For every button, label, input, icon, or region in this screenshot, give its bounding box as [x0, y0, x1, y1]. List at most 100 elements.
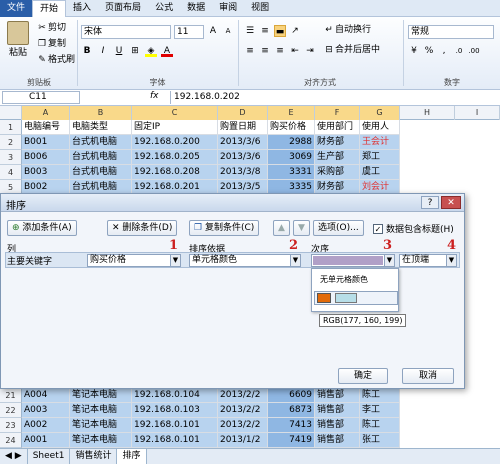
order-color-select[interactable]: ▼	[311, 254, 395, 267]
border-icon[interactable]: ⊞	[129, 45, 141, 57]
table-cell[interactable]: 6609	[268, 388, 315, 403]
indent-increase-icon[interactable]: ⇥	[304, 45, 316, 57]
table-header-cell[interactable]: 电脑类型	[70, 120, 132, 135]
currency-icon[interactable]: ¥	[408, 45, 420, 57]
sheet-tab-sheet1[interactable]: Sheet1	[28, 449, 71, 464]
table-cell[interactable]: 笔记本电脑	[70, 433, 132, 448]
light-blue-swatch[interactable]	[335, 293, 357, 303]
table-cell[interactable]: 192.168.0.103	[132, 403, 218, 418]
table-cell[interactable]: 销售部	[315, 433, 360, 448]
options-button[interactable]: 选项(O)...	[313, 220, 364, 236]
sheet-nav-icon[interactable]: ◀ ▶	[0, 449, 28, 464]
ok-button[interactable]: 确定	[338, 368, 388, 384]
align-bottom-icon[interactable]: ▬	[274, 25, 286, 37]
table-cell[interactable]: 7413	[268, 418, 315, 433]
row-header[interactable]: 24	[0, 433, 22, 448]
underline-icon[interactable]: U	[113, 45, 125, 57]
order-position-select[interactable]: 在顶端 ▼	[399, 254, 457, 267]
table-cell[interactable]: 192.168.0.205	[132, 150, 218, 165]
table-cell[interactable]: 192.168.0.101	[132, 418, 218, 433]
table-cell[interactable]: 财务部	[315, 135, 360, 150]
table-cell[interactable]: 销售部	[315, 388, 360, 403]
table-cell[interactable]: 台式机电脑	[70, 135, 132, 150]
table-cell[interactable]: 张工	[360, 433, 400, 448]
tab-home[interactable]: 开始	[32, 0, 67, 17]
table-cell[interactable]: 李工	[360, 403, 400, 418]
table-cell[interactable]: 销售部	[315, 403, 360, 418]
font-name-select[interactable]: 宋体	[81, 25, 171, 39]
comma-icon[interactable]: ,	[438, 45, 450, 57]
table-cell[interactable]: 2013/1/2	[218, 433, 268, 448]
increase-decimal-icon[interactable]: .0	[453, 45, 465, 57]
tab-file[interactable]: 文件	[0, 0, 33, 17]
table-cell[interactable]: 7419	[268, 433, 315, 448]
table-cell[interactable]: 郑工	[360, 150, 400, 165]
close-icon[interactable]: ✕	[441, 196, 461, 209]
table-header-cell[interactable]: 使用部门	[315, 120, 360, 135]
table-cell[interactable]: 虞工	[360, 165, 400, 180]
table-cell[interactable]: 销售部	[315, 418, 360, 433]
tab-insert[interactable]: 插入	[66, 0, 98, 17]
copy-button[interactable]: ❐ 复制	[36, 37, 66, 52]
table-header-cell[interactable]: 购置日期	[218, 120, 268, 135]
number-format-select[interactable]: 常规	[408, 25, 494, 39]
column-header-a[interactable]: A	[22, 106, 70, 120]
help-icon[interactable]: ?	[421, 196, 439, 209]
table-cell[interactable]: 笔记本电脑	[70, 403, 132, 418]
column-header-e[interactable]: E	[268, 106, 315, 120]
fill-color-icon[interactable]: ◈	[145, 45, 157, 57]
table-header-cell[interactable]: 电脑编号	[22, 120, 70, 135]
sort-on-select[interactable]: 单元格颜色 ▼	[189, 254, 301, 267]
table-cell[interactable]: 192.168.0.208	[132, 165, 218, 180]
table-cell[interactable]: 采购部	[315, 165, 360, 180]
delete-level-button[interactable]: ✕ 删除条件(D)	[107, 220, 178, 236]
row-header[interactable]: 23	[0, 418, 22, 433]
orientation-icon[interactable]: ↗	[289, 25, 301, 37]
row-header[interactable]: 1	[0, 120, 22, 135]
align-center-icon[interactable]: ≡	[259, 45, 271, 57]
italic-icon[interactable]: I	[97, 45, 109, 57]
table-cell[interactable]: B001	[22, 135, 70, 150]
column-header-d[interactable]: D	[218, 106, 268, 120]
font-size-select[interactable]: 11	[174, 25, 204, 39]
table-cell[interactable]: 生产部	[315, 150, 360, 165]
table-cell[interactable]: 2013/2/2	[218, 403, 268, 418]
sort-column-select[interactable]: 购买价格 ▼	[87, 254, 181, 267]
checkbox-checked-icon[interactable]: ✓	[373, 223, 383, 234]
align-middle-icon[interactable]: ≡	[259, 25, 271, 37]
table-cell[interactable]: 3331	[268, 165, 315, 180]
shrink-font-icon[interactable]: A	[222, 25, 234, 37]
name-box[interactable]: C11	[2, 91, 80, 104]
table-cell[interactable]: 笔记本电脑	[70, 388, 132, 403]
align-left-icon[interactable]: ≡	[244, 45, 256, 57]
tab-page-layout[interactable]: 页面布局	[98, 0, 148, 17]
table-cell[interactable]: 陈工	[360, 388, 400, 403]
sheet-tab-sales[interactable]: 销售统计	[70, 449, 118, 464]
formula-input[interactable]: 192.168.0.202	[170, 91, 498, 104]
copy-level-button[interactable]: ❐ 复制条件(C)	[189, 220, 260, 236]
column-header-g[interactable]: G	[360, 106, 400, 120]
row-header[interactable]: 22	[0, 403, 22, 418]
table-cell[interactable]: 2988	[268, 135, 315, 150]
format-painter-button[interactable]: ✎ 格式刷	[36, 53, 75, 68]
table-cell[interactable]: 2013/3/6	[218, 135, 268, 150]
table-cell[interactable]: 笔记本电脑	[70, 418, 132, 433]
table-cell[interactable]: 台式机电脑	[70, 150, 132, 165]
font-color-icon[interactable]: A	[161, 45, 173, 57]
has-header-checkbox-row[interactable]: ✓ 数据包含标题(H)	[373, 222, 454, 235]
table-cell[interactable]: 192.168.0.200	[132, 135, 218, 150]
table-cell[interactable]: 台式机电脑	[70, 165, 132, 180]
row-header[interactable]: 4	[0, 165, 22, 180]
merge-center-button[interactable]: ⊟ 合并后居中	[323, 43, 380, 58]
tab-data[interactable]: 数据	[180, 0, 212, 17]
column-header-h[interactable]: H	[400, 106, 455, 120]
table-header-cell[interactable]: 购买价格	[268, 120, 315, 135]
fx-icon[interactable]: fx	[150, 91, 159, 101]
wrap-text-button[interactable]: ↵ 自动换行	[323, 23, 371, 38]
table-cell[interactable]: 2013/2/2	[218, 388, 268, 403]
indent-decrease-icon[interactable]: ⇤	[289, 45, 301, 57]
cancel-button[interactable]: 取消	[402, 368, 454, 384]
select-all-corner[interactable]	[0, 106, 22, 120]
table-cell[interactable]: 2013/2/2	[218, 418, 268, 433]
row-header[interactable]: 2	[0, 135, 22, 150]
